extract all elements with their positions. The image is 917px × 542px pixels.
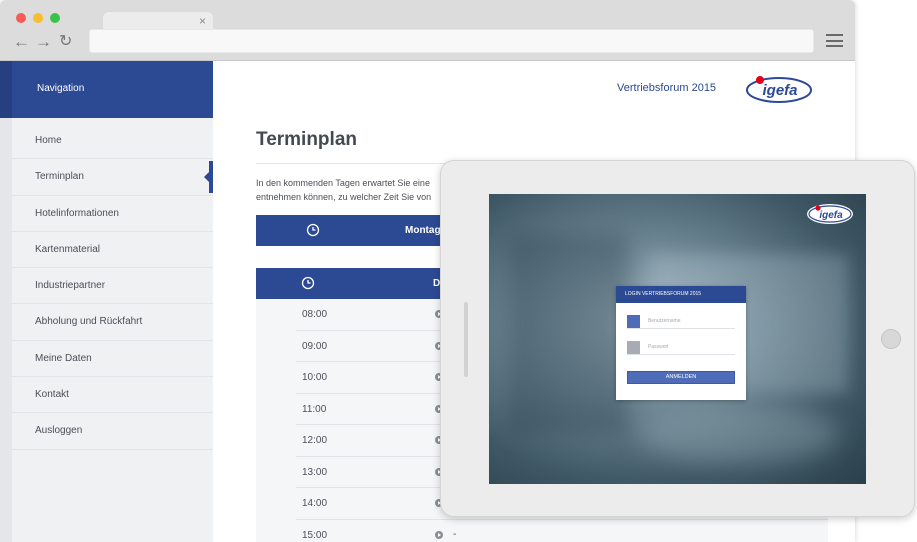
nav-header-accent: [0, 61, 12, 118]
minimize-window-button[interactable]: [33, 13, 43, 23]
forward-arrow-icon[interactable]: →: [35, 32, 52, 52]
background-glow: [639, 404, 839, 464]
browser-chrome: × ← → ↻: [0, 0, 855, 61]
address-bar[interactable]: [89, 29, 814, 53]
password-placeholder: Passwort: [648, 344, 669, 350]
row-time: 15:00: [302, 529, 328, 541]
sidebar-item-meine-daten[interactable]: Meine Daten: [12, 341, 213, 378]
tablet-side-button: [464, 302, 468, 377]
row-time: 10:00: [302, 372, 328, 383]
sidebar-item-hotelinformationen[interactable]: Hotelinformationen: [12, 196, 213, 232]
user-icon: [627, 315, 640, 328]
nav-list: Home Terminplan Hotelinformationen Karte…: [12, 123, 213, 450]
screen-logo-text: igefa: [819, 210, 843, 221]
back-arrow-icon[interactable]: ←: [13, 32, 30, 52]
row-time: 13:00: [302, 466, 328, 478]
sidebar-item-industriepartner[interactable]: Industriepartner: [12, 268, 213, 305]
tab-close-icon[interactable]: ×: [199, 13, 206, 29]
username-placeholder: Benutzername: [648, 318, 681, 324]
maximize-window-button[interactable]: [50, 13, 60, 23]
close-window-button[interactable]: [16, 13, 26, 23]
sidebar-item-kontakt[interactable]: Kontakt: [12, 377, 213, 414]
tablet-device: igefa LOGIN VERTRIEBSFORUM 2015 Benutzer…: [440, 160, 915, 517]
igefa-logo: igefa: [807, 204, 853, 224]
sidebar-item-home[interactable]: Home: [12, 123, 213, 160]
row-time: 12:00: [302, 435, 328, 446]
sidebar-item-ausloggen[interactable]: Ausloggen: [12, 413, 213, 450]
table-row: 15:00 -: [296, 520, 828, 542]
login-button[interactable]: ANMELDEN: [627, 371, 735, 384]
sidebar-stripe: [0, 61, 12, 542]
igefa-logo[interactable]: igefa: [745, 74, 813, 104]
password-field[interactable]: Passwort: [627, 341, 735, 355]
sidebar-item-terminplan[interactable]: Terminplan: [12, 159, 213, 196]
sidebar: Navigation Home Terminplan Hotelinformat…: [0, 61, 213, 542]
event-name: Vertriebsforum 2015: [617, 82, 717, 94]
login-dialog: LOGIN VERTRIEBSFORUM 2015 Benutzername P…: [616, 286, 746, 400]
chevron-circle-icon[interactable]: [435, 530, 443, 539]
lock-icon: [627, 341, 640, 354]
day-label: Montag: [405, 225, 441, 236]
row-time: 14:00: [302, 498, 328, 509]
reload-icon[interactable]: ↻: [59, 32, 72, 52]
row-time: 11:00: [302, 403, 327, 415]
row-time: 08:00: [302, 309, 328, 320]
row-time: 09:00: [302, 340, 328, 352]
hamburger-menu-icon[interactable]: [826, 34, 843, 47]
clock-icon: [301, 276, 315, 290]
login-title: LOGIN VERTRIEBSFORUM 2015: [616, 286, 746, 303]
logo-text: igefa: [762, 82, 797, 99]
tablet-home-button: [881, 329, 901, 349]
sidebar-item-kartenmaterial[interactable]: Kartenmaterial: [12, 232, 213, 269]
nav-header: Navigation: [0, 61, 213, 118]
clock-icon: [306, 223, 320, 237]
sidebar-item-abholung[interactable]: Abholung und Rückfahrt: [12, 304, 213, 341]
page-title: Terminplan: [256, 129, 357, 150]
row-text: -: [453, 528, 457, 540]
browser-tab[interactable]: ×: [103, 12, 213, 30]
username-field[interactable]: Benutzername: [627, 315, 735, 329]
tablet-screen: igefa LOGIN VERTRIEBSFORUM 2015 Benutzer…: [489, 194, 866, 484]
nav-header-label: Navigation: [37, 83, 85, 94]
background-blur: [509, 234, 629, 434]
